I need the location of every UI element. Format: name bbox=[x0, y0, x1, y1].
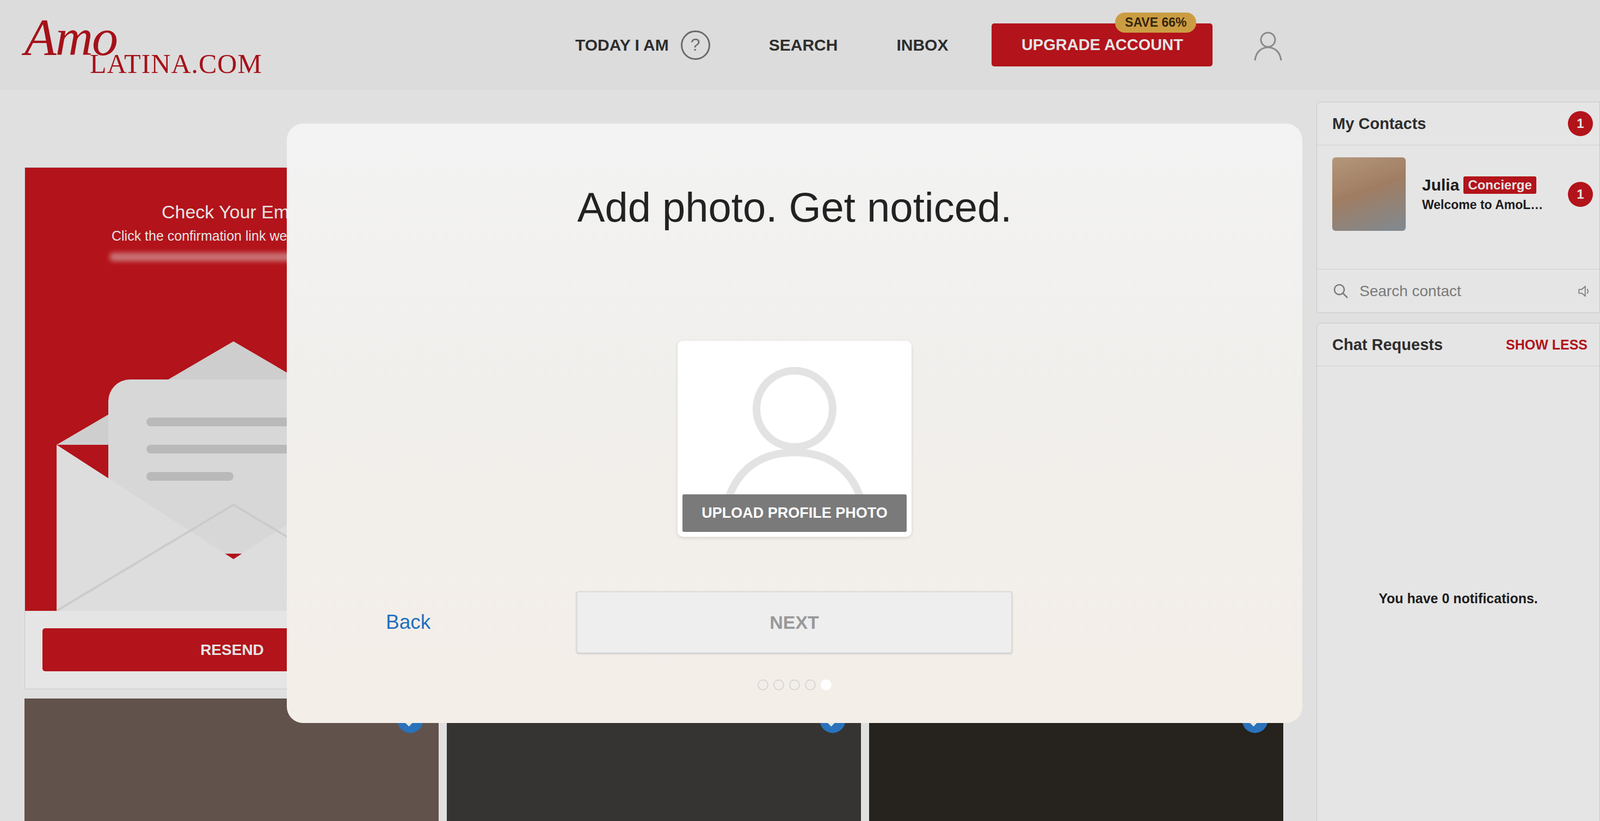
photo-modal: Add photo. Get noticed. UPLOAD PROFILE P… bbox=[286, 123, 1303, 723]
page: Amo LATINA.COM TODAY I AM ?SEARCH INBOX … bbox=[0, 0, 1600, 821]
modal-title: Add photo. Get noticed. bbox=[577, 182, 1013, 232]
step-dot[interactable] bbox=[804, 679, 816, 691]
next-button[interactable]: NEXT bbox=[576, 591, 1013, 654]
step-dot[interactable] bbox=[820, 679, 832, 691]
step-dots bbox=[757, 679, 832, 691]
back-link[interactable]: Back bbox=[385, 610, 431, 633]
upload-photo-button[interactable]: UPLOAD PROFILE PHOTO bbox=[682, 494, 907, 532]
photo-placeholder[interactable]: UPLOAD PROFILE PHOTO bbox=[677, 340, 912, 537]
modal-actions: Back NEXT bbox=[286, 591, 1303, 654]
step-dot[interactable] bbox=[789, 679, 800, 691]
step-dot[interactable] bbox=[773, 679, 785, 691]
step-dot[interactable] bbox=[757, 679, 769, 691]
